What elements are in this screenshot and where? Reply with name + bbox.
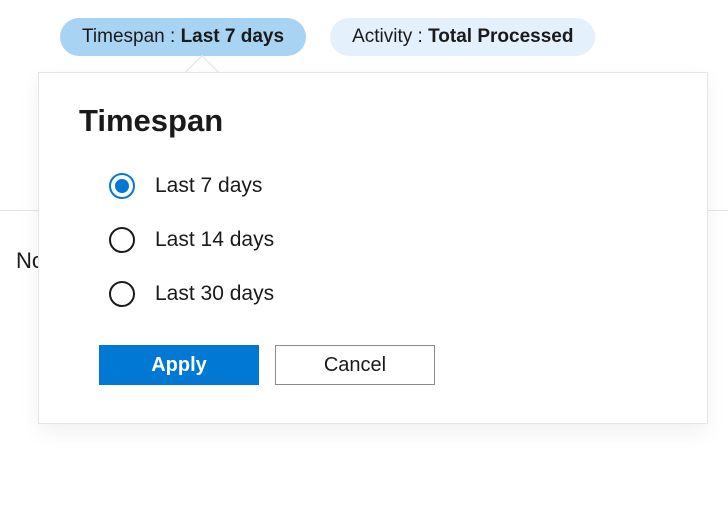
popover-title: Timespan [79,103,667,139]
radio-icon [109,173,135,199]
filter-pill-activity-label: Activity : [352,26,428,47]
radio-option-last-7-days[interactable]: Last 7 days [109,173,667,199]
timespan-popover: Timespan Last 7 days Last 14 days Last 3… [38,72,708,424]
radio-label: Last 14 days [155,228,274,252]
radio-option-last-30-days[interactable]: Last 30 days [109,281,667,307]
radio-label: Last 7 days [155,174,262,198]
apply-button[interactable]: Apply [99,345,259,385]
radio-icon [109,227,135,253]
timespan-radio-group: Last 7 days Last 14 days Last 30 days [79,173,667,307]
filter-pill-timespan-value: Last 7 days [181,26,285,47]
radio-label: Last 30 days [155,282,274,306]
radio-icon [109,281,135,307]
filter-pill-activity[interactable]: Activity : Total Processed [330,18,595,56]
popover-button-row: Apply Cancel [79,345,667,385]
filter-bar: Timespan : Last 7 days Activity : Total … [0,0,728,56]
filter-pill-activity-value: Total Processed [428,26,573,47]
filter-pill-timespan-label: Timespan : [82,26,181,47]
filter-pill-timespan[interactable]: Timespan : Last 7 days [60,18,306,56]
radio-option-last-14-days[interactable]: Last 14 days [109,227,667,253]
radio-selected-dot-icon [115,179,129,193]
cancel-button[interactable]: Cancel [275,345,435,385]
